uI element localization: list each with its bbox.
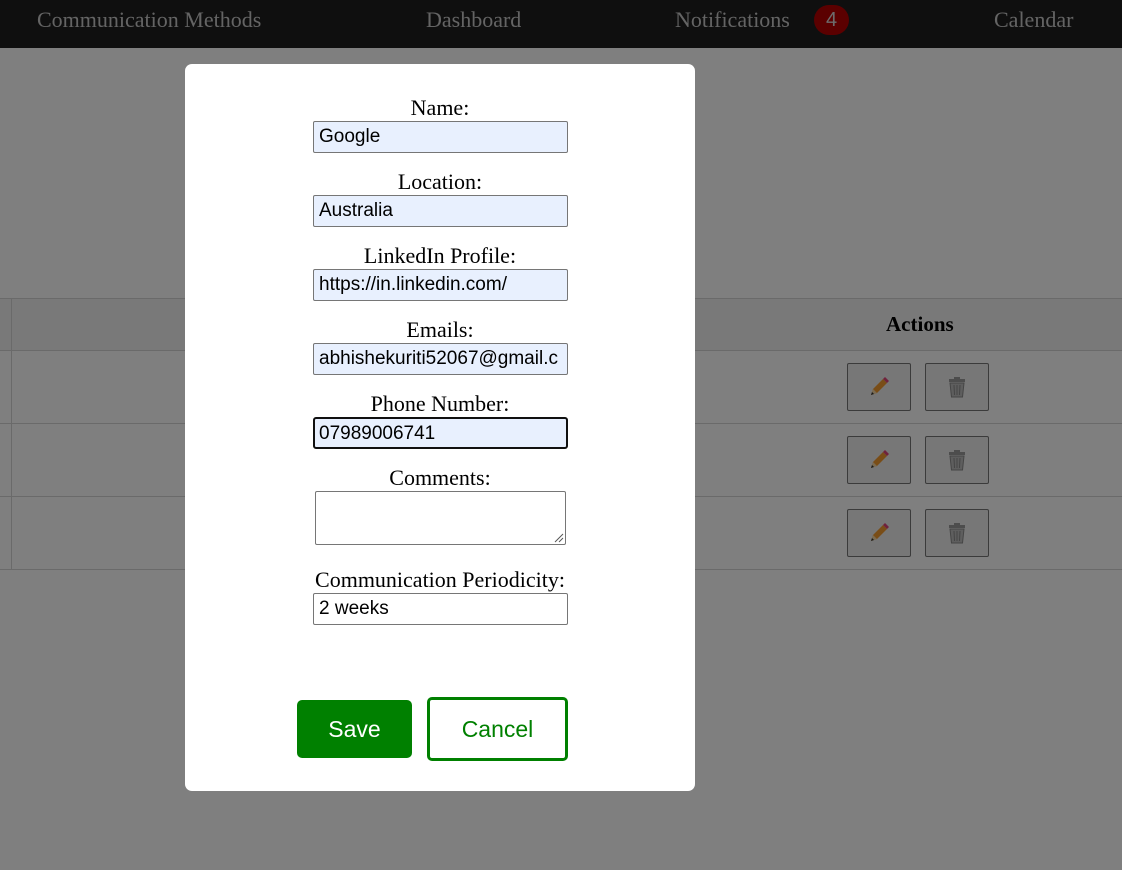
location-label: Location: bbox=[397, 169, 483, 194]
comments-textarea[interactable] bbox=[315, 491, 566, 545]
phone-label: Phone Number: bbox=[370, 391, 510, 416]
emails-input[interactable]: abhishekuriti52067@gmail.c bbox=[313, 343, 568, 375]
location-input[interactable]: Australia bbox=[313, 195, 568, 227]
emails-label: Emails: bbox=[406, 317, 474, 342]
linkedin-input[interactable]: https://in.linkedin.com/ bbox=[313, 269, 568, 301]
phone-input[interactable]: 07989006741 bbox=[313, 417, 568, 449]
periodicity-label: Communication Periodicity: bbox=[315, 567, 565, 592]
periodicity-input[interactable]: 2 weeks bbox=[313, 593, 568, 625]
comments-label: Comments: bbox=[389, 465, 491, 490]
resize-handle-icon[interactable] bbox=[553, 532, 564, 543]
edit-company-modal: Name: Google Location: Australia LinkedI… bbox=[185, 64, 695, 791]
linkedin-label: LinkedIn Profile: bbox=[363, 243, 517, 268]
cancel-button[interactable]: Cancel bbox=[427, 697, 568, 761]
save-button[interactable]: Save bbox=[297, 700, 412, 758]
name-input[interactable]: Google bbox=[313, 121, 568, 153]
name-label: Name: bbox=[410, 95, 470, 120]
